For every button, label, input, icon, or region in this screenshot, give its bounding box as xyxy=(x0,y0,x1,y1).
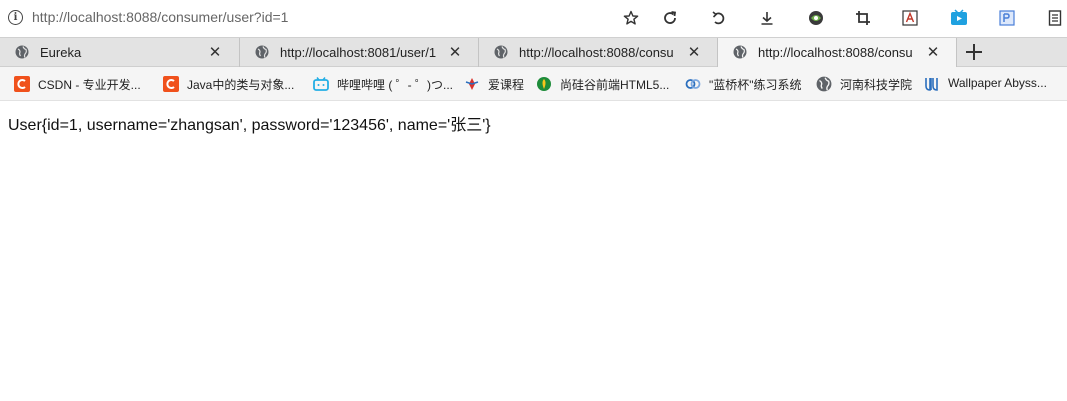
translate-icon[interactable] xyxy=(899,7,921,29)
tab-title: http://localhost:8081/user/1 xyxy=(280,45,437,60)
globe-icon xyxy=(255,45,269,59)
close-icon[interactable]: ✕ xyxy=(447,43,463,61)
new-tab-icon[interactable] xyxy=(962,40,986,64)
tab-title: Eureka xyxy=(40,45,82,60)
icourse-icon xyxy=(465,78,479,90)
bookmark-label: 河南科技学院 xyxy=(840,78,913,92)
csdn-icon xyxy=(163,76,179,92)
globe-icon xyxy=(494,45,508,59)
tab-title: http://localhost:8088/consu xyxy=(519,45,674,60)
close-icon[interactable]: ✕ xyxy=(207,43,223,61)
address-bar: i http://localhost:8088/consumer/user?id… xyxy=(0,0,1067,37)
download-icon[interactable] xyxy=(756,7,778,29)
globe-icon xyxy=(15,45,29,59)
video-icon[interactable] xyxy=(948,7,970,29)
globe-icon xyxy=(816,76,832,92)
tab-localhost-8081[interactable]: http://localhost:8081/user/1 ✕ xyxy=(240,38,479,67)
globe-icon xyxy=(733,45,747,59)
refresh-icon[interactable] xyxy=(659,7,681,29)
tab-eureka[interactable]: Eureka ✕ xyxy=(0,38,240,67)
response-body: User{id=1, username='zhangsan', password… xyxy=(8,117,491,134)
bookmark-label: 哔哩哔哩 ( ゜- ゜)つ... xyxy=(337,78,453,92)
reader-icon[interactable] xyxy=(1044,7,1066,29)
bookmark-label: "蓝桥杯"练习系统 xyxy=(709,78,802,92)
tab-localhost-8088-a[interactable]: http://localhost:8088/consu ✕ xyxy=(479,38,718,67)
close-icon[interactable]: ✕ xyxy=(925,43,941,61)
bilibili-icon xyxy=(313,77,329,91)
info-icon[interactable]: i xyxy=(8,10,23,25)
atguigu-icon xyxy=(537,77,551,91)
bookmark-label: 尚硅谷前端HTML5... xyxy=(560,78,670,92)
bookmark-label: Java中的类与对象... xyxy=(187,78,295,92)
csdn-icon xyxy=(14,76,30,92)
tab-strip: Eureka ✕ http://localhost:8081/user/1 ✕ … xyxy=(0,37,1067,68)
extension-icon[interactable] xyxy=(805,7,827,29)
close-icon[interactable]: ✕ xyxy=(686,43,702,61)
star-icon[interactable] xyxy=(620,7,642,29)
bookmarks-bar: CSDN - 专业开发... Java中的类与对象... 哔哩哔哩 ( ゜- ゜… xyxy=(0,67,1067,101)
wallpaper-icon xyxy=(925,78,938,91)
tab-localhost-8088-active[interactable]: http://localhost:8088/consu ✕ xyxy=(718,38,957,68)
url-field[interactable]: http://localhost:8088/consumer/user?id=1 xyxy=(32,9,288,25)
lanqiao-icon xyxy=(685,79,701,89)
bookmark-label: CSDN - 专业开发... xyxy=(38,78,141,92)
bookmark-label: Wallpaper Abyss... xyxy=(948,76,1047,90)
undo-icon[interactable] xyxy=(708,7,730,29)
crop-icon[interactable] xyxy=(852,7,874,29)
bookmark-label: 爱课程 xyxy=(488,78,525,92)
tab-title: http://localhost:8088/consu xyxy=(758,45,913,60)
ext2-icon[interactable] xyxy=(996,7,1018,29)
